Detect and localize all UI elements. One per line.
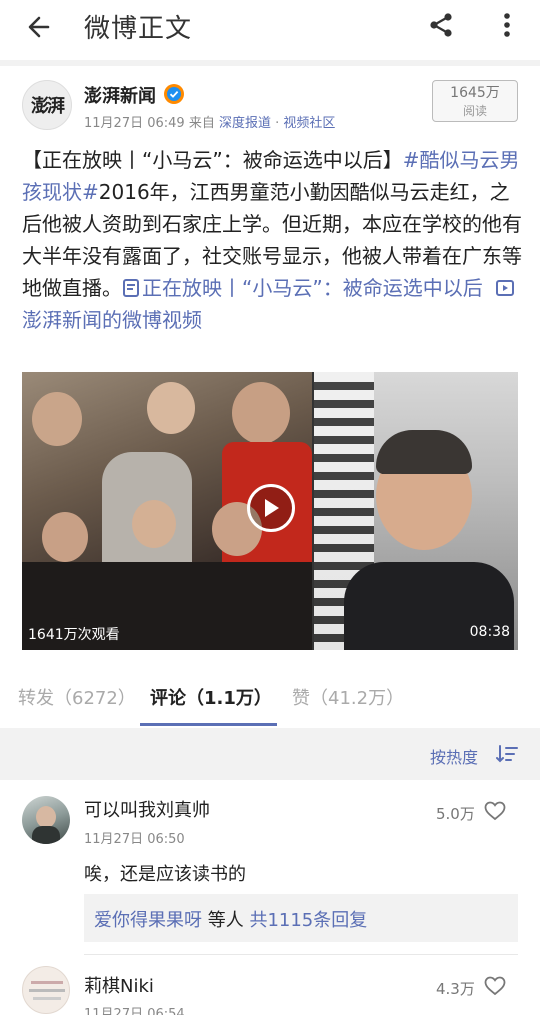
comment-like-count: 4.3万 <box>436 980 475 998</box>
heart-icon[interactable] <box>484 976 506 996</box>
replies-box[interactable]: 爱你得果果呀 等人 共1115条回复 <box>84 894 518 942</box>
back-button[interactable] <box>22 10 56 44</box>
reply-mid-text: 等人 <box>202 910 250 931</box>
read-count: 1645万 <box>450 85 500 101</box>
play-button[interactable] <box>247 484 295 532</box>
share-button[interactable] <box>424 8 458 42</box>
post-body: 【正在放映丨“小马云”：被命运选中以后】#酷似马云男孩现状#2016年，江西男童… <box>22 144 522 336</box>
source-dot: · <box>275 116 280 131</box>
tab-likes[interactable]: 赞（41.2万） <box>292 684 404 710</box>
back-arrow-icon <box>28 16 50 38</box>
sort-icon[interactable] <box>496 744 518 764</box>
post-tabs: 转发（6272） 评论（1.1万） 赞（41.2万） <box>0 668 540 726</box>
tab-reposts[interactable]: 转发（6272） <box>18 684 136 710</box>
tab-comments[interactable]: 评论（1.1万） <box>150 684 272 710</box>
comment-divider <box>84 954 518 955</box>
post-time: 11月27日 06:49 <box>84 116 185 131</box>
reply-count-link[interactable]: 共1115条回复 <box>249 910 367 931</box>
avatar-logo-text: 澎湃 <box>31 96 65 117</box>
source-link-1[interactable]: 深度报道 <box>219 116 271 131</box>
more-options-button[interactable] <box>492 8 522 42</box>
read-count-box: 1645万 阅读 <box>432 80 518 122</box>
from-label: 来自 <box>188 116 215 131</box>
more-vertical-icon <box>504 13 510 37</box>
comment-time: 11月27日 06:54 <box>84 1007 185 1015</box>
video-link-icon <box>496 280 515 296</box>
video-duration: 08:38 <box>469 624 510 640</box>
article-link-label: 正在放映丨“小马云”：被命运选中以后 <box>142 276 483 300</box>
post-headline: 【正在放映丨“小马云”：被命运选中以后】 <box>22 148 403 172</box>
sort-bar: 按热度 <box>0 728 540 780</box>
video-view-count: 1641万次观看 <box>28 627 120 643</box>
commenter-name[interactable]: 可以叫我刘真帅 <box>84 796 210 822</box>
video-player[interactable]: 1641万次观看 08:38 <box>22 372 518 650</box>
sort-by-hot-button[interactable]: 按热度 <box>430 744 478 768</box>
author-avatar[interactable]: 澎湃 <box>22 80 72 130</box>
comment-like-count: 5.0万 <box>436 805 475 823</box>
play-icon <box>265 499 279 517</box>
page-title: 微博正文 <box>84 14 193 44</box>
commenter-avatar[interactable] <box>22 796 70 844</box>
video-link-label: 澎湃新闻的微博视频 <box>22 308 202 332</box>
read-label: 阅读 <box>462 104 487 118</box>
video-thumbnail-right <box>314 372 518 650</box>
article-link[interactable]: 正在放映丨“小马云”：被命运选中以后 <box>122 276 483 300</box>
heart-icon[interactable] <box>484 801 506 821</box>
document-icon <box>123 279 139 297</box>
share-icon <box>430 13 452 37</box>
comment-time: 11月27日 06:50 <box>84 832 185 847</box>
top-bar: 微博正文 <box>0 0 540 58</box>
author-name[interactable]: 澎湃新闻 <box>84 82 156 108</box>
commenter-avatar[interactable] <box>22 966 70 1014</box>
reply-user-link[interactable]: 爱你得果果呀 <box>94 910 202 931</box>
active-tab-indicator <box>140 723 277 726</box>
post-meta: 11月27日 06:49 来自 深度报道 · 视频社区 <box>84 112 335 131</box>
commenter-name[interactable]: 莉棋Niki <box>84 972 154 998</box>
comment-text: 唉，还是应该读书的 <box>84 864 246 885</box>
header-divider <box>0 60 540 66</box>
source-link-2[interactable]: 视频社区 <box>283 116 335 131</box>
verified-badge-icon <box>164 84 184 104</box>
